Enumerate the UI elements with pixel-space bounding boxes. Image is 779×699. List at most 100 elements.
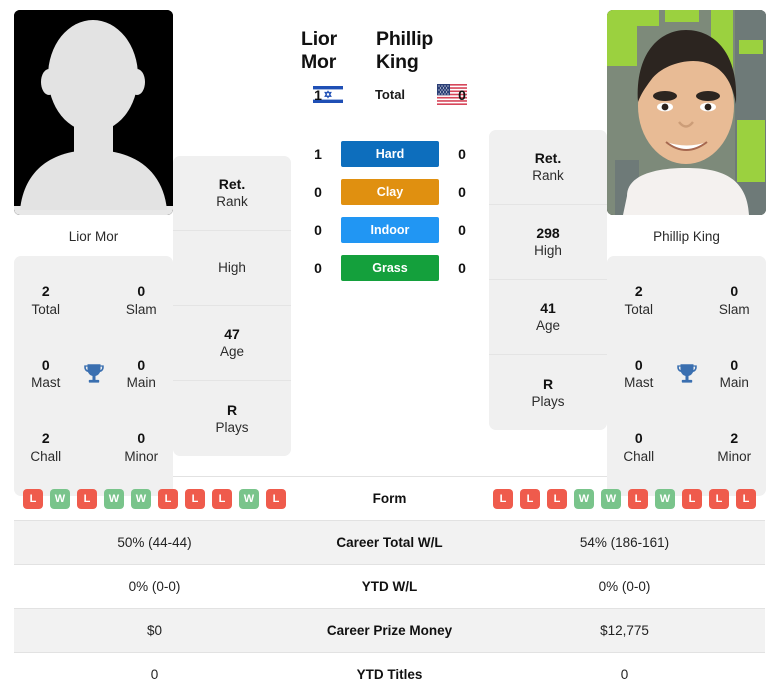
right-trophy-slam-value: 0 [730, 283, 739, 300]
left-trophy-minor-label: Minor [124, 448, 159, 464]
left-trophy-slam-label: Slam [125, 302, 157, 317]
row-label-form: Form [372, 491, 407, 506]
form-chip-w[interactable]: W [50, 488, 70, 509]
left-trophy-total-value: 2 [41, 283, 50, 300]
left-player-photo-caption: Lior Mor [68, 229, 119, 244]
right-info-rank-value: Ret. [534, 150, 562, 167]
form-chip-w[interactable]: W [104, 488, 124, 509]
right-ytd-wl: 0% (0-0) [598, 579, 651, 594]
left-ytd-wl: 0% (0-0) [128, 579, 181, 594]
right-career-total-wl: 54% (186-161) [579, 535, 670, 550]
left-player-name[interactable]: Lior Mor [301, 28, 376, 74]
left-trophy-slam-value: 0 [137, 283, 146, 300]
left-info-plays-value: R [226, 401, 238, 418]
row-label-ytd-wl: YTD W/L [361, 579, 418, 594]
left-info-high-label: High [218, 260, 246, 276]
left-trophy-total: 2 Total [20, 282, 72, 319]
right-trophy-mast-label: Mast [624, 375, 654, 391]
right-trophy-minor-value: 2 [730, 429, 739, 446]
left-info-plays: R Plays [173, 381, 291, 456]
left-player-column: Lior Mor 2 Total 0 Slam 0 Mast 0 Main 2 … [14, 10, 173, 496]
left-trophy-mast-label: Mast [31, 375, 61, 391]
left-info-rank-label: Rank [216, 194, 248, 210]
right-info-rank-label: Rank [532, 168, 564, 184]
surface-breakdown-list: 1 Hard 0 0 Clay 0 0 Indoor 0 0 Grass 0 [295, 141, 485, 293]
flags-and-total-row: 1 Total 0 [295, 84, 485, 105]
form-chip-l[interactable]: L [493, 488, 513, 509]
left-trophy-mast: 0 Mast [20, 356, 72, 393]
hard-surface-badge[interactable]: Hard [341, 141, 439, 167]
indoor-surface-badge[interactable]: Indoor [341, 217, 439, 243]
left-career-prize-money: $0 [146, 623, 163, 638]
right-info-plays-value: R [542, 375, 554, 392]
form-chip-l[interactable]: L [736, 488, 756, 509]
left-trophy-chall: 2 Chall [20, 429, 72, 466]
player-portrait-image [607, 10, 766, 215]
left-info-age-label: Age [219, 344, 245, 360]
form-chip-l[interactable]: L [212, 488, 232, 509]
right-info-age-label: Age [535, 318, 561, 334]
form-chip-l[interactable]: L [77, 488, 97, 509]
left-info-high: High [173, 231, 291, 306]
form-chip-w[interactable]: W [131, 488, 151, 509]
stats-comparison-table: LWLWWLLLWL Form LLLWWLWLLL 50% (44-44) C… [14, 476, 765, 696]
right-trophy-total-value: 2 [634, 283, 643, 300]
right-trophy-card: 2 Total 0 Slam 0 Mast 0 Main 0 Chall 2 M… [607, 256, 766, 496]
right-info-plays: R Plays [489, 355, 607, 430]
trophy-icon-svg [83, 364, 104, 383]
form-chip-w[interactable]: W [601, 488, 621, 509]
trophy-icon-svg [676, 364, 697, 383]
right-trophy-chall-label: Chall [623, 448, 655, 464]
form-chip-l[interactable]: L [185, 488, 205, 509]
left-player-photo[interactable] [14, 10, 173, 215]
right-player-photo[interactable] [607, 10, 766, 215]
form-chip-w[interactable]: W [574, 488, 594, 509]
right-player-column: Phillip King 2 Total 0 Slam 0 Mast 0 Mai… [607, 10, 766, 496]
right-info-column: Ret. Rank 298 High 41 Age R Plays [489, 130, 607, 430]
right-ytd-titles: 0 [620, 667, 629, 682]
comparison-header-area: Lior Mor 2 Total 0 Slam 0 Mast 0 Main 2 … [0, 0, 779, 496]
left-trophy-total-label: Total [31, 302, 61, 317]
right-trophy-grid: 2 Total 0 Slam 0 Mast 0 Main 0 Chall 2 M… [613, 264, 760, 484]
left-info-age: 47 Age [173, 306, 291, 381]
hard-right-score: 0 [458, 146, 466, 162]
form-chip-w[interactable]: W [239, 488, 259, 509]
row-label-ytd-titles: YTD Titles [356, 667, 423, 682]
right-career-prize-money: $12,775 [600, 623, 649, 638]
left-trophy-card: 2 Total 0 Slam 0 Mast 0 Main 2 Chall 0 M… [14, 256, 173, 496]
left-trophy-minor: 0 Minor [116, 429, 168, 466]
left-ytd-titles: 0 [150, 667, 159, 682]
surface-row-grass: 0 Grass 0 [295, 255, 485, 281]
form-chip-l[interactable]: L [266, 488, 286, 509]
left-info-rank-value: Ret. [218, 176, 246, 193]
form-chip-l[interactable]: L [158, 488, 178, 509]
person-placeholder-icon [14, 10, 173, 215]
form-chip-l[interactable]: L [628, 488, 648, 509]
surface-row-clay: 0 Clay 0 [295, 179, 485, 205]
right-player-name[interactable]: Phillip King [376, 28, 479, 74]
right-info-high: 298 High [489, 205, 607, 280]
right-info-age-value: 41 [540, 300, 556, 317]
right-trophy-total: 2 Total [613, 282, 665, 319]
left-trophy-minor-value: 0 [137, 429, 146, 446]
right-trophy-slam-label: Slam [718, 302, 750, 317]
player-comparison-page: Lior Mor 2 Total 0 Slam 0 Mast 0 Main 2 … [0, 0, 779, 699]
trophy-icon [665, 361, 709, 387]
left-trophy-main: 0 Main [116, 356, 168, 393]
form-chip-l[interactable]: L [23, 488, 43, 509]
right-trophy-chall-value: 0 [634, 429, 643, 446]
left-info-rank: Ret. Rank [173, 156, 291, 231]
right-trophy-minor: 2 Minor [709, 429, 761, 466]
form-chip-l[interactable]: L [682, 488, 702, 509]
right-trophy-main-label: Main [719, 375, 749, 391]
total-right-score: 0 [458, 86, 466, 103]
right-trophy-slam: 0 Slam [709, 282, 761, 319]
left-info-plays-label: Plays [215, 419, 249, 435]
form-chip-l[interactable]: L [547, 488, 567, 509]
form-chip-w[interactable]: W [655, 488, 675, 509]
grass-surface-badge[interactable]: Grass [341, 255, 439, 281]
left-trophy-main-value: 0 [137, 356, 146, 373]
clay-surface-badge[interactable]: Clay [341, 179, 439, 205]
form-chip-l[interactable]: L [520, 488, 540, 509]
form-chip-l[interactable]: L [709, 488, 729, 509]
